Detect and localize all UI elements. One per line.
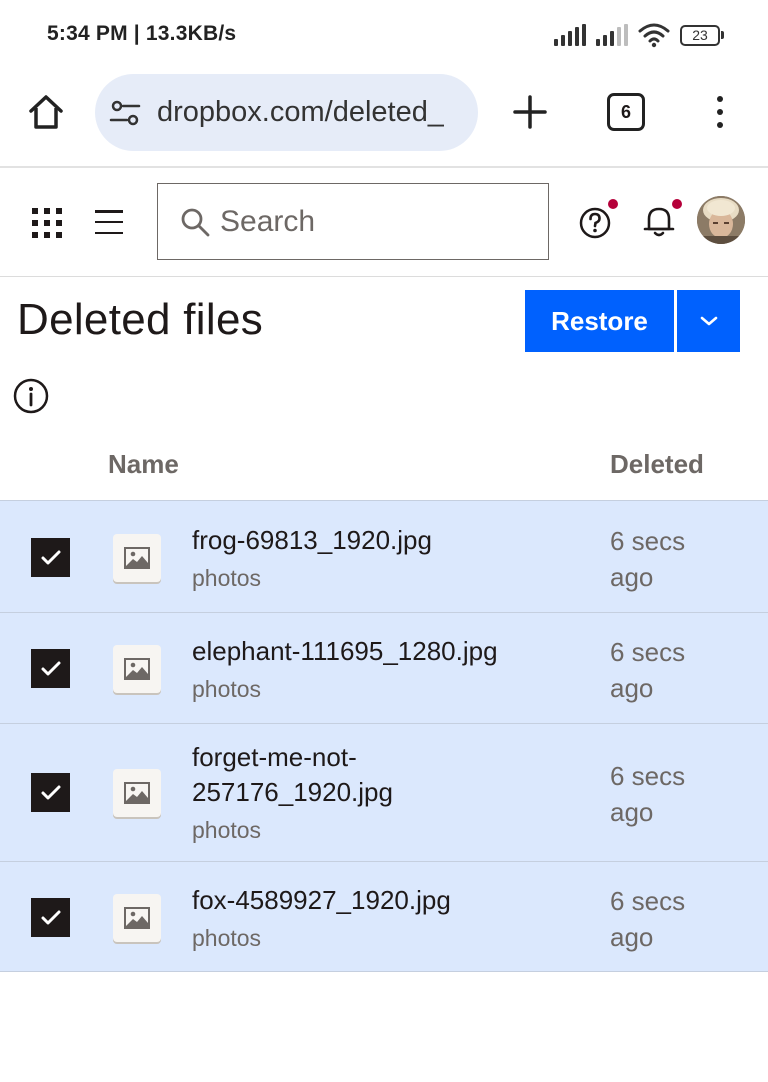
file-name[interactable]: elephant-111695_1280.jpg	[192, 634, 562, 669]
row-checkbox[interactable]	[31, 898, 70, 937]
page-title: Deleted files	[17, 295, 264, 344]
wifi-icon	[638, 23, 670, 48]
hamburger-menu-icon[interactable]	[95, 210, 123, 234]
file-name[interactable]: frog-69813_1920.jpg	[192, 523, 562, 558]
status-bar: 5:34 PM | 13.3KB/s 23	[0, 0, 768, 72]
search-icon	[180, 207, 210, 237]
table-row[interactable]: forget-me-not-257176_1920.jpg photos 6 s…	[0, 723, 768, 861]
checkmark-icon	[41, 550, 60, 564]
file-folder: photos	[192, 925, 262, 951]
column-header-deleted[interactable]: Deleted	[610, 449, 704, 480]
checkmark-icon	[41, 785, 60, 799]
chevron-down-icon	[700, 316, 717, 326]
file-deleted-time: 6 secs ago	[610, 637, 686, 703]
checkmark-icon	[41, 661, 60, 675]
file-deleted-time: 6 secs ago	[610, 886, 686, 952]
file-deleted-time: 6 secs ago	[610, 526, 686, 592]
home-icon	[29, 95, 63, 129]
row-checkbox[interactable]	[31, 649, 70, 688]
checkmark-icon	[41, 910, 60, 924]
search-box[interactable]	[157, 183, 549, 260]
image-file-icon	[113, 894, 161, 942]
notification-dot	[608, 199, 618, 209]
battery-icon: 23	[680, 24, 724, 46]
column-header-name[interactable]: Name	[108, 449, 179, 480]
file-folder: photos	[192, 565, 262, 591]
signal-icon	[554, 24, 586, 46]
app-header	[0, 168, 768, 276]
status-icons: 23	[554, 22, 724, 48]
home-button[interactable]	[24, 90, 68, 134]
url-text: dropbox.com/deleted_	[157, 96, 444, 128]
bell-icon	[643, 207, 675, 237]
info-icon[interactable]	[13, 378, 49, 414]
app-grid-icon[interactable]	[32, 208, 62, 238]
tab-switcher-button[interactable]: 6	[607, 93, 645, 131]
help-button[interactable]	[579, 199, 618, 239]
file-folder: photos	[192, 676, 262, 702]
notification-dot	[672, 199, 682, 209]
file-folder: photos	[192, 817, 262, 843]
file-list: frog-69813_1920.jpg photos 6 secs ago el…	[0, 500, 768, 972]
table-row[interactable]: elephant-111695_1280.jpg photos 6 secs a…	[0, 612, 768, 723]
signal-weak-icon	[596, 24, 628, 46]
image-file-icon	[113, 769, 161, 817]
more-dot	[717, 122, 723, 128]
more-dot	[717, 109, 723, 115]
search-input[interactable]	[220, 204, 540, 239]
file-name[interactable]: fox-4589927_1920.jpg	[192, 883, 562, 918]
file-name[interactable]: forget-me-not-257176_1920.jpg	[192, 740, 442, 810]
notifications-button[interactable]	[641, 199, 682, 239]
image-file-icon	[113, 534, 161, 582]
divider	[0, 276, 768, 277]
site-settings-icon[interactable]	[107, 95, 143, 131]
file-deleted-time: 6 secs ago	[610, 761, 686, 827]
new-tab-button[interactable]	[508, 90, 552, 134]
help-icon	[579, 207, 611, 239]
row-checkbox[interactable]	[31, 773, 70, 812]
restore-button[interactable]: Restore	[525, 290, 674, 352]
address-bar[interactable]: dropbox.com/deleted_	[95, 74, 478, 151]
plus-icon	[513, 95, 547, 129]
image-file-icon	[113, 645, 161, 693]
table-row[interactable]: frog-69813_1920.jpg photos 6 secs ago	[0, 500, 768, 612]
restore-options-button[interactable]	[677, 290, 740, 352]
battery-level: 23	[680, 24, 720, 46]
table-row[interactable]: fox-4589927_1920.jpg photos 6 secs ago	[0, 861, 768, 972]
browser-menu-button[interactable]	[700, 90, 740, 134]
more-dot	[717, 96, 723, 102]
status-time-speed: 5:34 PM | 13.3KB/s	[47, 22, 237, 45]
browser-toolbar: dropbox.com/deleted_ 6	[0, 72, 768, 166]
row-checkbox[interactable]	[31, 538, 70, 577]
avatar[interactable]	[697, 196, 745, 244]
